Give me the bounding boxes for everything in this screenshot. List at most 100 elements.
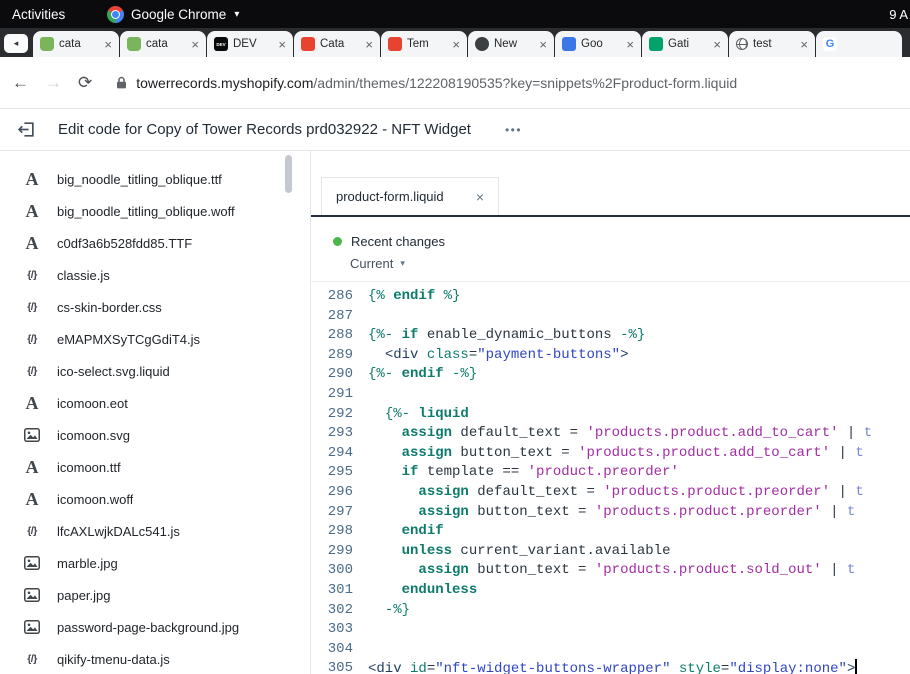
reload-button[interactable]: ⟳ (78, 74, 92, 91)
file-item[interactable]: marble.jpg (0, 547, 310, 579)
code-line[interactable]: 301 endunless (311, 581, 910, 601)
file-item[interactable]: icomoon.svg (0, 419, 310, 451)
browser-tab[interactable]: Gati× (642, 31, 728, 57)
code-line[interactable]: 305<div id="nft-widget-buttons-wrapper" … (311, 659, 910, 674)
browser-tab[interactable]: cata × (120, 31, 206, 57)
tab-close-icon[interactable]: × (476, 189, 484, 205)
tab-close-icon[interactable]: × (539, 38, 547, 51)
address-bar[interactable]: towerrecords.myshopify.com/admin/themes/… (116, 75, 737, 91)
code-line[interactable]: 286{% endif %} (311, 287, 910, 307)
browser-tab[interactable]: Goo× (555, 31, 641, 57)
code-line[interactable]: 289 <div class="payment-buttons"> (311, 346, 910, 366)
file-item[interactable]: Ac0df3a6b528fdd85.TTF (0, 227, 310, 259)
tab-close-icon[interactable]: × (452, 38, 460, 51)
code-line[interactable]: 297 assign button_text = 'products.produ… (311, 503, 910, 523)
code-line[interactable]: 287 (311, 307, 910, 327)
editor-file-tab[interactable]: product-form.liquid × (321, 177, 499, 215)
url-text[interactable]: towerrecords.myshopify.com/admin/themes/… (136, 75, 737, 91)
tab-close-icon[interactable]: × (104, 38, 112, 51)
line-text: {%- endif -%} (353, 365, 477, 385)
code-token: assign (402, 425, 452, 441)
tab-close-icon[interactable]: × (191, 38, 199, 51)
browser-tab[interactable]: Tem× (381, 31, 467, 57)
code-line[interactable]: 303 (311, 620, 910, 640)
code-token: id (410, 661, 427, 674)
file-name: icomoon.woff (57, 492, 133, 507)
activities-button[interactable]: Activities (0, 7, 77, 22)
tab-title: test (753, 38, 795, 50)
code-line[interactable]: 300 assign button_text = 'products.produ… (311, 561, 910, 581)
browser-tab[interactable]: cata× (33, 31, 119, 57)
tab-title: cata (146, 38, 186, 50)
font-file-icon: A (22, 489, 42, 510)
code-line[interactable]: 290{%- endif -%} (311, 365, 910, 385)
code-line[interactable]: 296 assign default_text = 'products.prod… (311, 483, 910, 503)
file-item[interactable]: Aicomoon.eot (0, 387, 310, 419)
app-menu[interactable]: Google Chrome ▾ (107, 0, 239, 28)
code-area[interactable]: 286{% endif %}287288{%- if enable_dynami… (311, 282, 910, 674)
tab-close-icon[interactable]: × (278, 38, 286, 51)
collapse-sidebar-button[interactable] (17, 120, 36, 139)
file-item[interactable]: password-page-background.jpg (0, 611, 310, 643)
code-token (368, 484, 418, 500)
code-line[interactable]: 294 assign button_text = 'products.produ… (311, 444, 910, 464)
file-item[interactable]: Abig_noodle_titling_oblique.woff (0, 195, 310, 227)
file-item[interactable]: {/}classie.js (0, 259, 310, 291)
browser-tab[interactable]: DEVDEV× (207, 31, 293, 57)
code-line[interactable]: 293 assign default_text = 'products.prod… (311, 424, 910, 444)
browser-tab[interactable]: test × (729, 31, 815, 57)
line-text: assign default_text = 'products.product.… (353, 483, 864, 503)
code-file-icon: {/} (22, 333, 42, 345)
clock-label: 9 A (889, 0, 908, 28)
tab-scroll-left-button[interactable]: ◂ (4, 34, 28, 53)
browser-tab[interactable]: Cata× (294, 31, 380, 57)
version-dropdown[interactable]: Current ▾ (350, 256, 910, 271)
line-text: endunless (353, 581, 477, 601)
code-token: | (822, 504, 847, 520)
line-text: {%- if enable_dynamic_buttons -%} (353, 326, 645, 346)
file-item[interactable]: {/}qikify-tmenu-data.js (0, 643, 310, 674)
shopify-bag-icon (127, 37, 141, 51)
tab-close-icon[interactable]: × (626, 38, 634, 51)
site-security-lock-icon[interactable] (116, 76, 127, 90)
code-line[interactable]: 299 unless current_variant.available (311, 542, 910, 562)
globe-icon (736, 38, 748, 50)
code-token: -%} (620, 327, 645, 343)
back-button[interactable]: ← (12, 74, 29, 91)
line-number: 305 (311, 659, 353, 674)
dark-circle-icon (475, 37, 489, 51)
code-token: endif (402, 366, 444, 382)
file-item[interactable]: {/}cs-skin-border.css (0, 291, 310, 323)
file-item[interactable]: {/}ico-select.svg.liquid (0, 355, 310, 387)
code-line[interactable]: 304 (311, 640, 910, 660)
browser-tabs: cata×cata×DEVDEV×Cata×Tem×New×Goo×Gati×t… (33, 31, 910, 57)
file-item[interactable]: paper.jpg (0, 579, 310, 611)
file-item[interactable]: Aicomoon.ttf (0, 451, 310, 483)
sidebar-scrollbar[interactable] (285, 155, 292, 193)
tab-close-icon[interactable]: × (365, 38, 373, 51)
code-line[interactable]: 295 if template == 'product.preorder' (311, 463, 910, 483)
code-token: t (847, 562, 855, 578)
forward-button[interactable]: → (45, 74, 62, 91)
code-file-icon: {/} (22, 269, 42, 281)
tab-close-icon[interactable]: × (713, 38, 721, 51)
file-item[interactable]: {/}lfcAXLwjkDALc541.js (0, 515, 310, 547)
chrome-logo-icon (107, 6, 124, 23)
code-line[interactable]: 288{%- if enable_dynamic_buttons -%} (311, 326, 910, 346)
more-actions-button[interactable]: ••• (505, 123, 522, 137)
file-item[interactable]: {/}eMAPMXSyTCgGdiT4.js (0, 323, 310, 355)
file-item[interactable]: Aicomoon.woff (0, 483, 310, 515)
code-line[interactable]: 291 (311, 385, 910, 405)
font-file-icon: A (22, 393, 42, 414)
code-line[interactable]: 302 -%} (311, 601, 910, 621)
os-top-bar: Activities Google Chrome ▾ 9 A (0, 0, 910, 28)
browser-tab[interactable]: G (816, 31, 902, 57)
code-token: "payment-buttons" (477, 347, 620, 363)
tab-close-icon[interactable]: × (800, 38, 808, 51)
browser-tab[interactable]: New× (468, 31, 554, 57)
code-line[interactable]: 292 {%- liquid (311, 405, 910, 425)
code-line[interactable]: 298 endif (311, 522, 910, 542)
line-text: -%} (353, 601, 410, 621)
file-item[interactable]: Abig_noodle_titling_oblique.ttf (0, 163, 310, 195)
code-token (368, 445, 402, 461)
